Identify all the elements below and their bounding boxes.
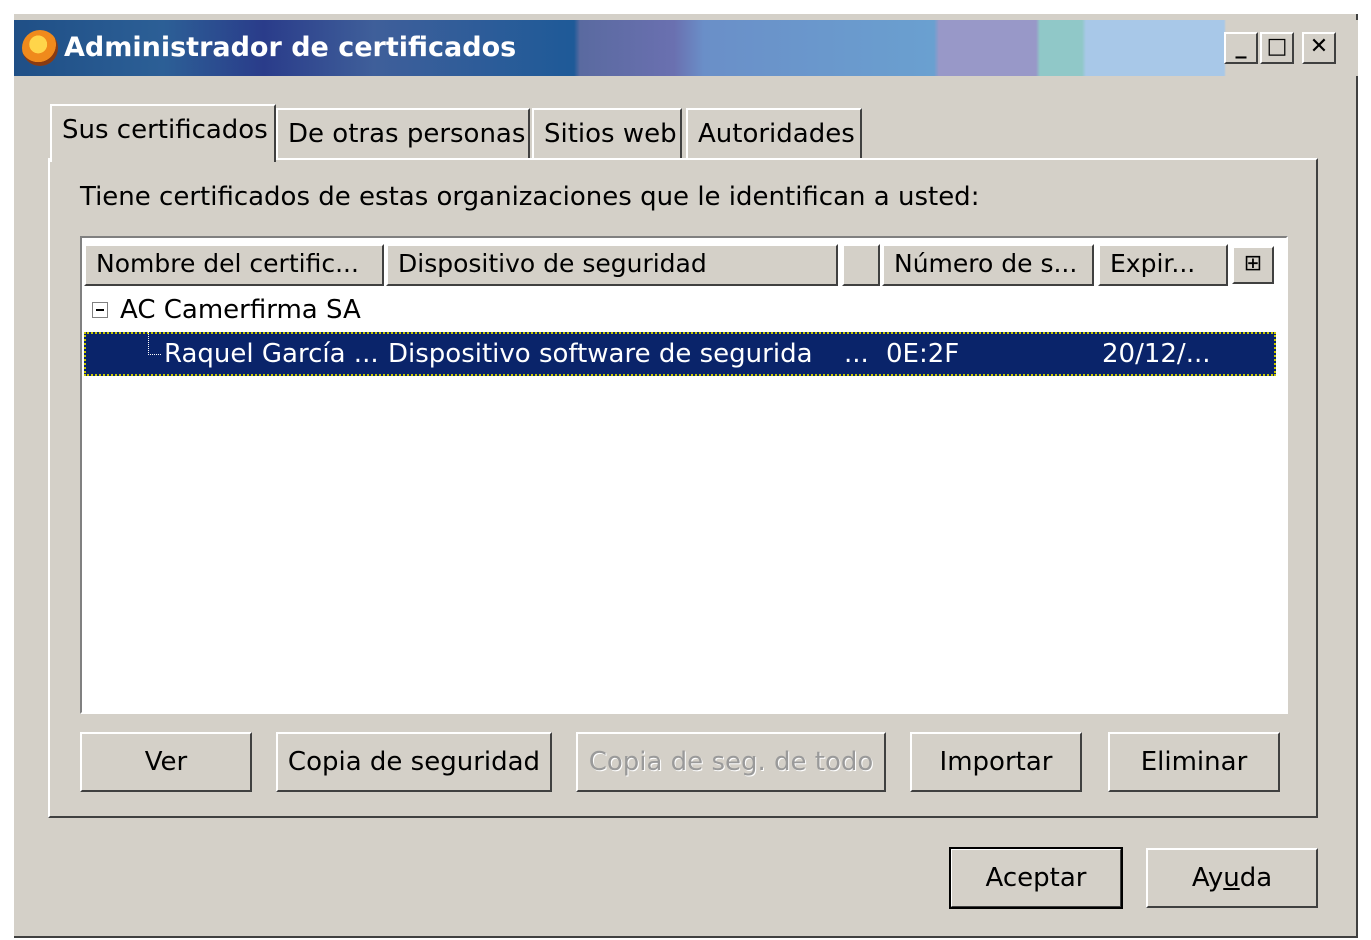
tab-de-otras-personas[interactable]: De otras personas bbox=[276, 108, 530, 158]
tab-label: Sitios web bbox=[544, 119, 677, 149]
tree-group-row[interactable]: AC Camerfirma SA bbox=[82, 288, 1278, 332]
certificate-manager-window: Administrador de certificados _ □ ✕ Sus … bbox=[14, 14, 1358, 938]
cell-serial: 0E:2F bbox=[886, 339, 960, 369]
tab-sus-certificados[interactable]: Sus certificados bbox=[50, 104, 276, 162]
tab-label: Sus certificados bbox=[62, 115, 268, 145]
help-label-accelerator: u bbox=[1223, 863, 1240, 893]
import-button[interactable]: Importar bbox=[910, 732, 1082, 792]
certificate-tree[interactable]: Nombre del certific... Dispositivo de se… bbox=[80, 236, 1288, 714]
column-header-expires[interactable]: Expir... bbox=[1098, 244, 1228, 286]
maximize-icon: □ bbox=[1266, 34, 1288, 59]
tab-sitios-web[interactable]: Sitios web bbox=[532, 108, 682, 158]
column-header-device[interactable]: Dispositivo de seguridad bbox=[386, 244, 838, 286]
tab-autoridades[interactable]: Autoridades bbox=[686, 108, 862, 158]
backup-button[interactable]: Copia de seguridad bbox=[276, 732, 552, 792]
minimize-button[interactable]: _ bbox=[1224, 32, 1258, 64]
column-header-blank[interactable] bbox=[842, 244, 880, 286]
title-bar[interactable]: Administrador de certificados _ □ ✕ bbox=[14, 20, 1358, 76]
help-label-prefix: Ay bbox=[1191, 863, 1224, 893]
column-header-name[interactable]: Nombre del certific... bbox=[84, 244, 384, 286]
window-title: Administrador de certificados bbox=[64, 32, 517, 63]
cell-device: Dispositivo software de segurida bbox=[388, 339, 813, 369]
cell-expires: 20/12/... bbox=[1102, 339, 1211, 369]
delete-button[interactable]: Eliminar bbox=[1108, 732, 1280, 792]
close-button[interactable]: ✕ bbox=[1302, 32, 1336, 64]
tab-label: De otras personas bbox=[288, 119, 526, 149]
close-icon: ✕ bbox=[1309, 34, 1329, 59]
cell-name: Raquel García ... bbox=[164, 339, 379, 369]
description-text: Tiene certificados de estas organizacion… bbox=[80, 182, 980, 212]
maximize-button[interactable]: □ bbox=[1260, 32, 1294, 64]
collapse-icon[interactable] bbox=[92, 302, 108, 318]
column-header-serial[interactable]: Número de s... bbox=[882, 244, 1094, 286]
group-name: AC Camerfirma SA bbox=[120, 295, 361, 325]
firefox-app-icon bbox=[22, 30, 58, 66]
cell-extra: ... bbox=[844, 339, 869, 369]
help-label-suffix: da bbox=[1239, 863, 1273, 893]
backup-all-button[interactable]: Copia de seg. de todo bbox=[576, 732, 886, 792]
tab-label: Autoridades bbox=[698, 119, 855, 149]
ok-button[interactable]: Aceptar bbox=[949, 847, 1123, 909]
help-button[interactable]: Ayuda bbox=[1146, 848, 1318, 908]
minimize-icon: _ bbox=[1235, 34, 1247, 59]
tree-connector-icon bbox=[148, 332, 161, 355]
column-picker-icon[interactable]: ⊞ bbox=[1232, 246, 1274, 284]
table-row[interactable]: Raquel García ... Dispositivo software d… bbox=[84, 332, 1276, 376]
view-button[interactable]: Ver bbox=[80, 732, 252, 792]
